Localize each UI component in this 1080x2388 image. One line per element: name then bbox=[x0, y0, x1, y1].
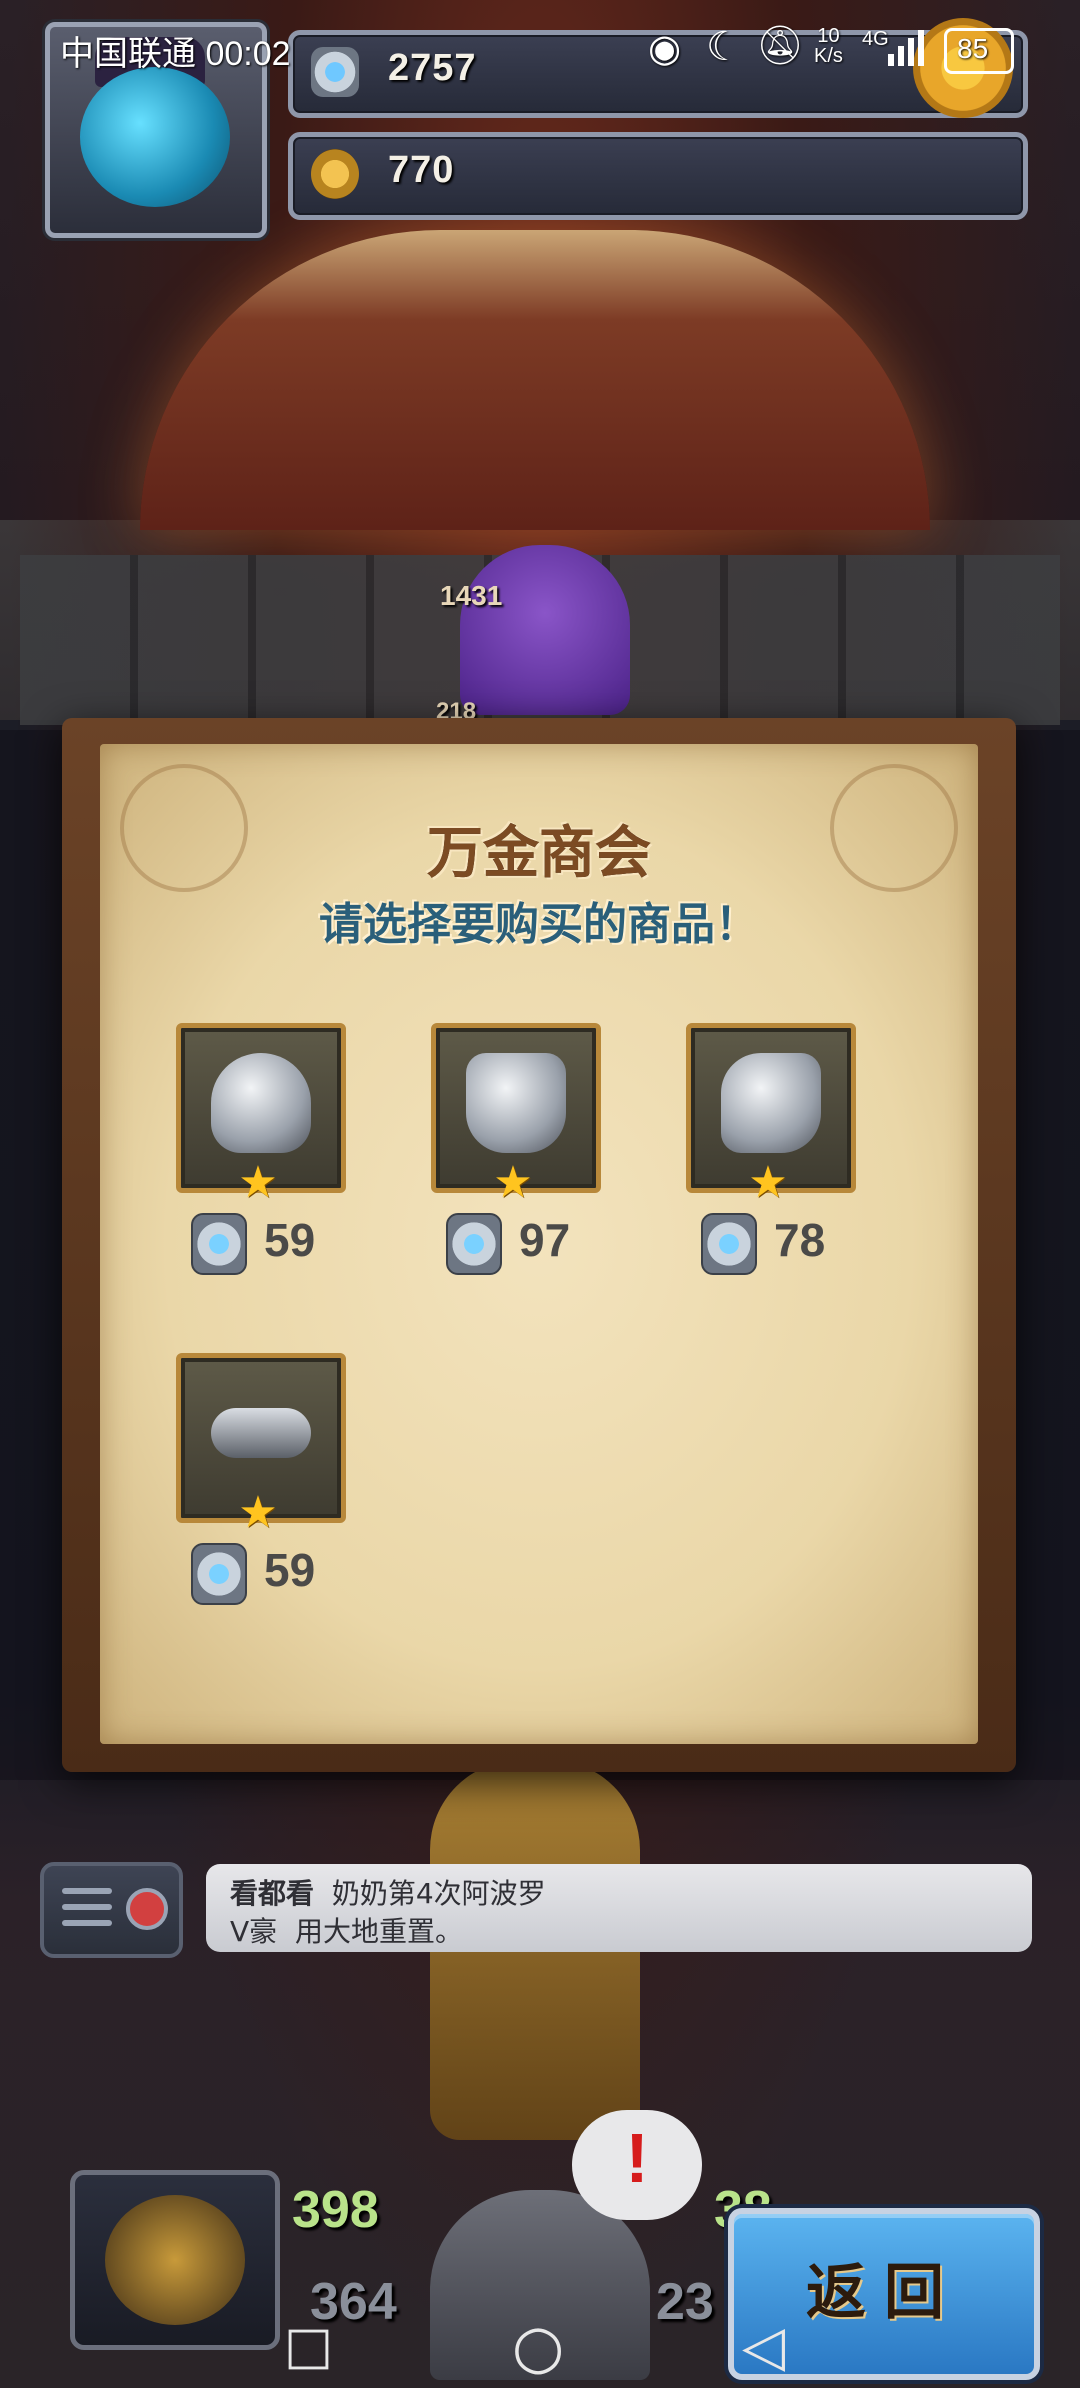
battery-level: 85 bbox=[957, 33, 989, 64]
right-stat-bottom: 23 bbox=[656, 2273, 714, 2331]
chat-message: 奶奶第4次阿波罗 bbox=[331, 1877, 546, 1910]
chat-line-2: V豪 用大地重置。 bbox=[230, 1910, 463, 1950]
plate-armor-icon bbox=[466, 1053, 566, 1153]
network-type: 4G bbox=[862, 28, 889, 50]
shop-subtitle: 请选择要购买的商品！ bbox=[319, 899, 759, 950]
nav-back-icon[interactable]: ◁ bbox=[742, 2314, 785, 2379]
eye-icon: ◉ bbox=[648, 28, 682, 70]
shop-title: 万金商会 bbox=[427, 821, 651, 886]
ring-icon bbox=[211, 1408, 311, 1458]
star-icon: ★ bbox=[238, 1157, 278, 1208]
signal-icon bbox=[888, 30, 928, 66]
chat-line-1: 看都看 奶奶第4次阿波罗 bbox=[230, 1872, 546, 1912]
gem-icon bbox=[191, 1213, 247, 1275]
item-price: 59 bbox=[264, 1214, 316, 1266]
enemy-hp-top: 1431 bbox=[440, 580, 503, 611]
gauntlet-icon bbox=[721, 1053, 821, 1153]
star-icon: ★ bbox=[238, 1487, 278, 1538]
menu-line bbox=[62, 1904, 112, 1910]
shop-item-armor[interactable]: ★ 97 bbox=[431, 1023, 601, 1283]
gem-icon bbox=[446, 1213, 502, 1275]
chat-message: 用大地重置。 bbox=[294, 1915, 463, 1948]
home-icon[interactable]: ○ bbox=[512, 2312, 564, 2382]
item-price: 59 bbox=[264, 1544, 316, 1596]
item-price: 97 bbox=[519, 1214, 571, 1266]
attack-stat: 398 bbox=[292, 2181, 379, 2239]
battery-icon: 85 bbox=[944, 28, 1014, 74]
menu-lines-icon bbox=[62, 1888, 112, 1894]
chat-user: 看都看 bbox=[230, 1877, 315, 1910]
menu-line bbox=[62, 1920, 112, 1926]
gold-counter[interactable]: 770 bbox=[288, 132, 1028, 220]
ghost-enemy[interactable] bbox=[460, 545, 630, 715]
shop-item-helmet[interactable]: ★ 59 bbox=[176, 1023, 346, 1283]
item-price: 78 bbox=[774, 1214, 826, 1266]
gold-coin-icon bbox=[311, 149, 359, 199]
speaker-icon bbox=[126, 1888, 168, 1930]
compass-icon bbox=[105, 2195, 245, 2325]
net-speed: 10 K/s bbox=[814, 25, 843, 67]
gem-icon bbox=[191, 1543, 247, 1605]
chat-message-box[interactable]: 看都看 奶奶第4次阿波罗 V豪 用大地重置。 bbox=[206, 1864, 1032, 1952]
shop-item-ring[interactable]: ★ 59 bbox=[176, 1353, 346, 1613]
star-icon: ★ bbox=[493, 1157, 533, 1208]
status-bar: 中国联通 00:02 ◉ ☾ 🔕︎ 10 K/s 4G 85 bbox=[0, 0, 1080, 100]
gem-icon bbox=[701, 1213, 757, 1275]
shop-dialog: 万金商会 请选择要购买的商品！ ★ 59 ★ 97 ★ 78 ★ 59 bbox=[62, 718, 1016, 1772]
shop-item-gauntlet[interactable]: ★ 78 bbox=[686, 1023, 856, 1283]
hero-card-left[interactable] bbox=[70, 2170, 280, 2350]
mute-bell-icon: 🔕︎ bbox=[756, 25, 805, 67]
chat-user: V豪 bbox=[230, 1915, 278, 1948]
winged-helmet-icon bbox=[211, 1053, 311, 1153]
alert-icon: ! bbox=[625, 2119, 649, 2197]
carrier-time: 中国联通 00:02 bbox=[60, 35, 291, 73]
chat-button[interactable] bbox=[40, 1862, 183, 1958]
star-icon: ★ bbox=[748, 1157, 788, 1208]
moon-icon: ☾ bbox=[706, 25, 742, 69]
alert-bubble[interactable]: ! bbox=[572, 2110, 702, 2220]
gold-value: 770 bbox=[388, 149, 455, 191]
recent-apps-icon[interactable]: □ bbox=[284, 2316, 333, 2376]
